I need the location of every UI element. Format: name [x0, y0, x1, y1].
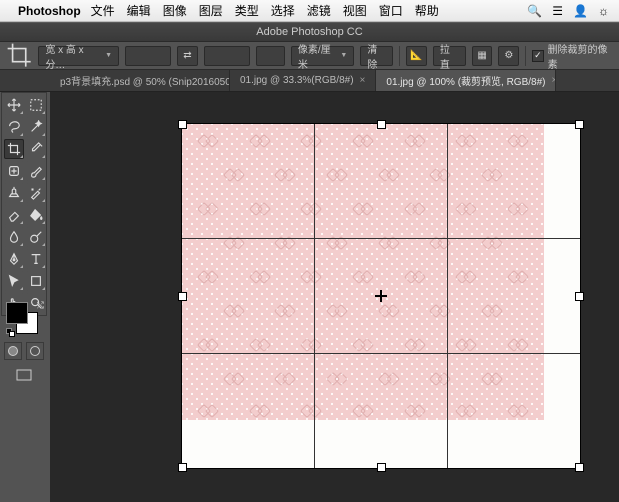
document-tabs: p3背景填充.psd @ 50% (Snip20160506_21, RGB/8…	[0, 70, 619, 92]
separator	[525, 46, 526, 66]
menu-edit[interactable]: 编辑	[127, 2, 151, 19]
crop-handle-l[interactable]	[178, 292, 187, 301]
menu-file[interactable]: 文件	[91, 2, 115, 19]
crop-handle-b[interactable]	[377, 463, 386, 472]
crop-tool-icon[interactable]	[6, 45, 32, 67]
menu-layer[interactable]: 图层	[199, 2, 223, 19]
straighten-icon[interactable]: 📐	[406, 46, 427, 66]
hamburger-icon[interactable]: ☰	[552, 4, 563, 18]
user-icon[interactable]: 👤	[573, 4, 588, 18]
delete-cropped-checkbox[interactable]: ✓ 删除裁剪的像素	[532, 41, 613, 71]
pen-tool[interactable]	[4, 249, 24, 269]
crop-center-icon[interactable]	[375, 290, 387, 302]
crop-handle-tr[interactable]	[575, 120, 584, 129]
swap-colors-icon[interactable]: ⤭	[37, 300, 44, 311]
app-name[interactable]: Photoshop	[18, 4, 81, 18]
crop-height-input[interactable]	[204, 46, 250, 66]
magic-wand-tool[interactable]	[26, 117, 46, 137]
separator	[399, 46, 400, 66]
crop-ratio-label: 宽 x 高 x 分…	[45, 41, 102, 71]
window-title: Adobe Photoshop CC	[256, 26, 362, 38]
crop-handle-br[interactable]	[575, 463, 584, 472]
menu-window[interactable]: 窗口	[379, 2, 403, 19]
clone-stamp-tool[interactable]	[4, 183, 24, 203]
menu-select[interactable]: 选择	[271, 2, 295, 19]
eyedropper-tool[interactable]	[26, 139, 46, 159]
straighten-button[interactable]: 拉直	[433, 46, 466, 66]
healing-brush-tool[interactable]	[4, 161, 24, 181]
crop-resolution-input[interactable]	[256, 46, 285, 66]
document-tab[interactable]: 01.jpg @ 100% (裁剪预览, RGB/8#) ×	[376, 70, 556, 91]
paint-bucket-tool[interactable]	[26, 205, 46, 225]
sun-icon[interactable]: ☼	[598, 4, 609, 18]
crop-grid-line	[182, 238, 580, 239]
document-tab[interactable]: p3背景填充.psd @ 50% (Snip20160506_21, RGB/8…	[50, 70, 230, 91]
brush-tool[interactable]	[26, 161, 46, 181]
mac-menubar: Photoshop 文件 编辑 图像 图层 类型 选择 滤镜 视图 窗口 帮助 …	[0, 0, 619, 22]
crop-unit-label: 像素/厘米	[298, 41, 338, 71]
foreground-color-swatch[interactable]	[6, 302, 28, 324]
menu-help[interactable]: 帮助	[415, 2, 439, 19]
crop-handle-t[interactable]	[377, 120, 386, 129]
menu-filter[interactable]: 滤镜	[307, 2, 331, 19]
tab-label: p3背景填充.psd @ 50% (Snip20160506_21, RGB/8…	[60, 73, 230, 88]
shape-tool[interactable]	[26, 271, 46, 291]
overlay-grid-button[interactable]: ▦	[472, 46, 493, 66]
menu-image[interactable]: 图像	[163, 2, 187, 19]
rect-marquee-tool[interactable]	[26, 95, 46, 115]
document-tab[interactable]: 01.jpg @ 33.3%(RGB/8#) ×	[230, 70, 376, 91]
path-select-tool[interactable]	[4, 271, 24, 291]
checkbox-icon: ✓	[532, 50, 543, 62]
crop-grid-line	[182, 353, 580, 354]
crop-grid-line	[447, 124, 448, 468]
crop-handle-tl[interactable]	[178, 120, 187, 129]
crop-handle-r[interactable]	[575, 292, 584, 301]
image-content	[182, 124, 544, 420]
crop-width-input[interactable]	[125, 46, 171, 66]
search-icon[interactable]: 🔍	[527, 4, 542, 18]
lasso-tool[interactable]	[4, 117, 24, 137]
clear-button[interactable]: 清除	[360, 46, 393, 66]
quick-mask-button[interactable]	[26, 342, 44, 360]
crop-tool[interactable]	[4, 139, 24, 159]
swap-dimensions-button[interactable]: ⇄	[177, 46, 198, 66]
tab-label: 01.jpg @ 33.3%(RGB/8#)	[240, 75, 354, 86]
crop-grid-line	[314, 124, 315, 468]
quick-mask-toggle	[4, 342, 44, 360]
move-tool[interactable]	[4, 95, 24, 115]
menu-type[interactable]: 类型	[235, 2, 259, 19]
canvas-area[interactable]	[50, 92, 619, 502]
type-tool[interactable]	[26, 249, 46, 269]
close-icon[interactable]: ×	[552, 75, 557, 86]
window-title-bar: Adobe Photoshop CC	[0, 22, 619, 42]
menu-view[interactable]: 视图	[343, 2, 367, 19]
crop-ratio-dropdown[interactable]: 宽 x 高 x 分…▼	[38, 46, 119, 66]
standard-mode-button[interactable]	[4, 342, 22, 360]
default-colors-icon[interactable]	[6, 328, 16, 338]
history-brush-tool[interactable]	[26, 183, 46, 203]
close-icon[interactable]: ×	[360, 75, 366, 86]
color-swatches[interactable]: ⤭	[4, 300, 44, 338]
tool-panel	[1, 92, 47, 316]
tab-label: 01.jpg @ 100% (裁剪预览, RGB/8#)	[386, 73, 545, 88]
options-bar: 宽 x 高 x 分…▼ ⇄ 像素/厘米▼ 清除 📐 拉直 ▦ ⚙ ✓ 删除裁剪的…	[0, 42, 619, 70]
screen-mode-button[interactable]	[4, 366, 44, 384]
crop-options-button[interactable]: ⚙	[498, 46, 519, 66]
crop-handle-bl[interactable]	[178, 463, 187, 472]
eraser-tool[interactable]	[4, 205, 24, 225]
dodge-tool[interactable]	[26, 227, 46, 247]
crop-unit-dropdown[interactable]: 像素/厘米▼	[291, 46, 355, 66]
blur-tool[interactable]	[4, 227, 24, 247]
delete-cropped-label: 删除裁剪的像素	[548, 41, 613, 71]
